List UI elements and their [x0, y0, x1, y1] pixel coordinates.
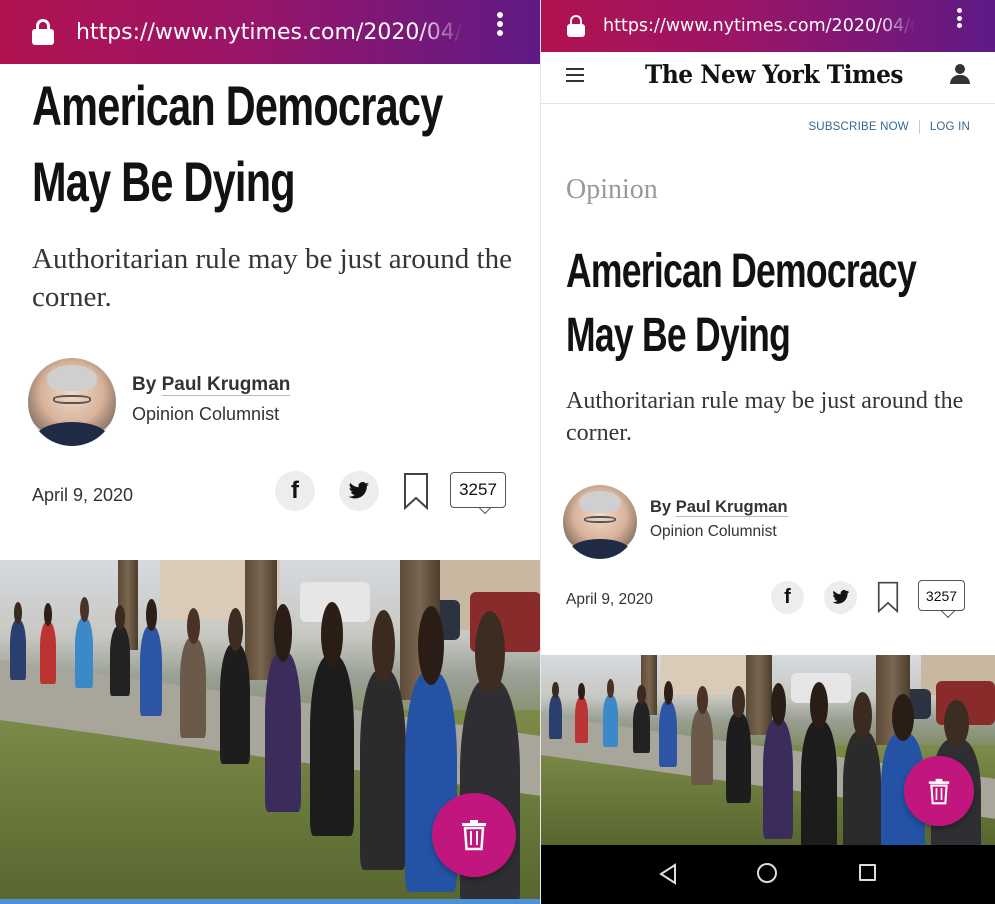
byline-prefix: By — [650, 498, 672, 516]
article-summary: Authoritarian rule may be just around th… — [566, 388, 964, 446]
more-vert-icon[interactable] — [955, 8, 963, 28]
bookmark-icon[interactable] — [877, 581, 899, 613]
headline-line-1: American Democracy — [566, 245, 917, 298]
login-link[interactable]: LOG IN — [930, 121, 970, 133]
comment-count: 3257 — [918, 580, 965, 611]
browser-address-bar[interactable]: https://www.nytimes.com/2020/04/0 — [0, 0, 540, 64]
article-summary: Authoritarian rule may be just around th… — [32, 243, 512, 313]
byline: By Paul Krugman — [132, 374, 291, 396]
twitter-share-button[interactable] — [339, 471, 379, 511]
facebook-icon: f — [291, 477, 299, 504]
author-link[interactable]: Paul Krugman — [675, 498, 788, 517]
delete-fab-button[interactable] — [904, 756, 974, 826]
trash-icon — [928, 778, 950, 804]
headline-line-2: May Be Dying — [32, 150, 296, 213]
nyt-masthead: The New York Times — [541, 52, 995, 104]
phone-screen-left: https://www.nytimes.com/2020/04/0 Americ… — [0, 0, 541, 904]
comments-button[interactable]: 3257 — [450, 472, 506, 516]
menu-icon[interactable] — [566, 68, 584, 82]
byline-prefix: By — [132, 374, 157, 395]
author-role: Opinion Columnist — [132, 404, 280, 424]
facebook-icon: f — [784, 586, 791, 608]
section-kicker[interactable]: Opinion — [566, 174, 658, 206]
bottom-accent-strip — [0, 899, 540, 904]
facebook-share-button[interactable]: f — [771, 581, 804, 614]
publish-date: April 9, 2020 — [566, 591, 654, 608]
delete-fab-button[interactable] — [432, 793, 516, 877]
author-link[interactable]: Paul Krugman — [161, 374, 291, 396]
twitter-icon — [348, 482, 369, 499]
comment-count: 3257 — [450, 472, 506, 508]
trash-icon — [462, 820, 486, 851]
divider — [918, 120, 920, 134]
article-headline: American Democracy May Be Dying — [32, 68, 443, 220]
publish-date: April 9, 2020 — [32, 485, 134, 505]
subscribe-link[interactable]: SUBSCRIBE NOW — [808, 121, 908, 133]
headline-line-2: May Be Dying — [566, 309, 791, 362]
byline: By Paul Krugman — [650, 498, 788, 517]
facebook-share-button[interactable]: f — [275, 471, 315, 511]
author-role: Opinion Columnist — [650, 523, 777, 540]
lock-icon — [567, 15, 585, 37]
author-avatar[interactable] — [563, 485, 637, 559]
headline-line-1: American Democracy — [32, 74, 443, 137]
twitter-share-button[interactable] — [824, 581, 857, 614]
user-icon[interactable] — [949, 62, 971, 86]
url-text[interactable]: https://www.nytimes.com/2020/04/0 — [76, 20, 464, 45]
twitter-icon — [831, 590, 849, 604]
article-headline: American Democracy May Be Dying — [566, 240, 917, 368]
bookmark-icon[interactable] — [403, 472, 429, 510]
account-links: SUBSCRIBE NOW LOG IN — [808, 120, 970, 134]
comments-button[interactable]: 3257 — [918, 580, 965, 619]
url-text[interactable]: https://www.nytimes.com/2020/04/0 — [603, 16, 915, 36]
lock-icon — [32, 19, 54, 45]
author-avatar[interactable] — [28, 358, 116, 446]
more-vert-icon[interactable] — [496, 12, 504, 36]
browser-address-bar[interactable]: https://www.nytimes.com/2020/04/0 — [541, 0, 995, 52]
nyt-logo[interactable]: The New York Times — [645, 60, 903, 89]
